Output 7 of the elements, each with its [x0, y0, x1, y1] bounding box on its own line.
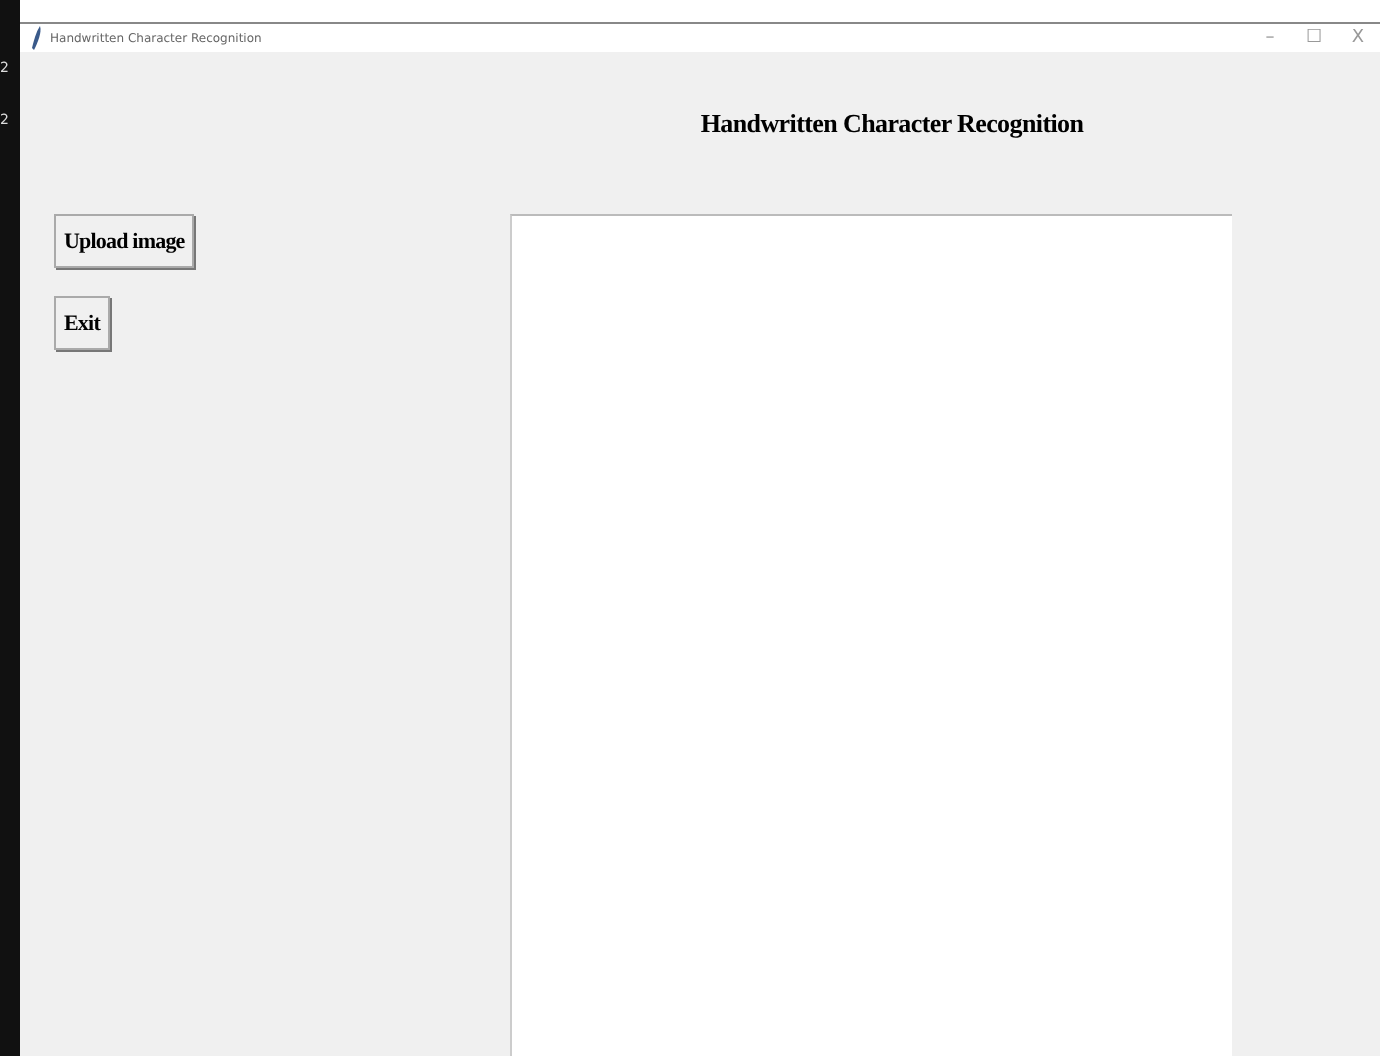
action-button[interactable]: Upload image — [54, 214, 195, 268]
action-button[interactable]: Exit — [54, 296, 110, 350]
window-control[interactable]: X — [1336, 28, 1380, 48]
feather-icon — [32, 26, 42, 50]
window-control[interactable]: – — [1248, 28, 1292, 48]
window-control[interactable]: ☐ — [1292, 28, 1336, 48]
app-heading: Handwritten Character Recognition — [700, 108, 1084, 142]
